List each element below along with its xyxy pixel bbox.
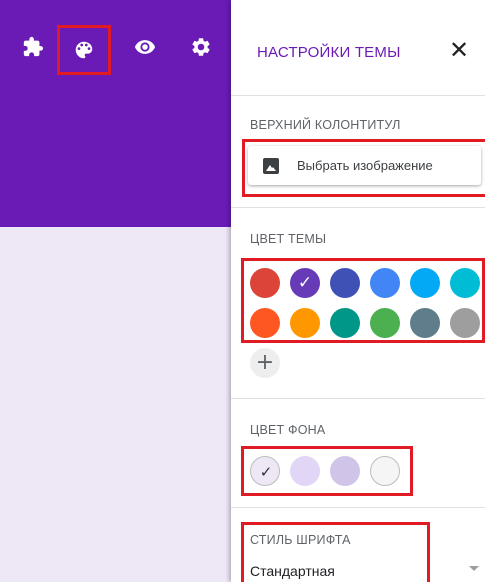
palette-icon[interactable] bbox=[57, 25, 111, 75]
divider bbox=[231, 95, 485, 96]
background-color-section-label: ЦВЕТ ФОНА bbox=[250, 423, 326, 437]
puzzle-icon[interactable] bbox=[19, 33, 47, 61]
panel-title: НАСТРОЙКИ ТЕМЫ bbox=[257, 44, 401, 61]
highlight-box bbox=[241, 522, 430, 582]
theme-color-section-label: ЦВЕТ ТЕМЫ bbox=[250, 232, 327, 246]
divider bbox=[231, 207, 485, 208]
highlight-box bbox=[241, 258, 485, 343]
highlight-box bbox=[241, 446, 413, 496]
header-section-label: ВЕРХНИЙ КОЛОНТИТУЛ bbox=[250, 118, 401, 132]
divider bbox=[231, 507, 485, 508]
gear-icon[interactable] bbox=[187, 33, 215, 61]
chevron-down-icon[interactable] bbox=[469, 566, 479, 571]
theme-settings-panel: НАСТРОЙКИ ТЕМЫ ✕ ВЕРХНИЙ КОЛОНТИТУЛ Выбр… bbox=[231, 0, 485, 582]
close-button[interactable]: ✕ bbox=[447, 36, 471, 64]
eye-icon[interactable] bbox=[131, 33, 159, 61]
highlight-box bbox=[242, 139, 485, 197]
form-preview bbox=[0, 0, 231, 582]
add-custom-color-button[interactable]: + bbox=[250, 348, 280, 378]
divider bbox=[231, 398, 485, 399]
